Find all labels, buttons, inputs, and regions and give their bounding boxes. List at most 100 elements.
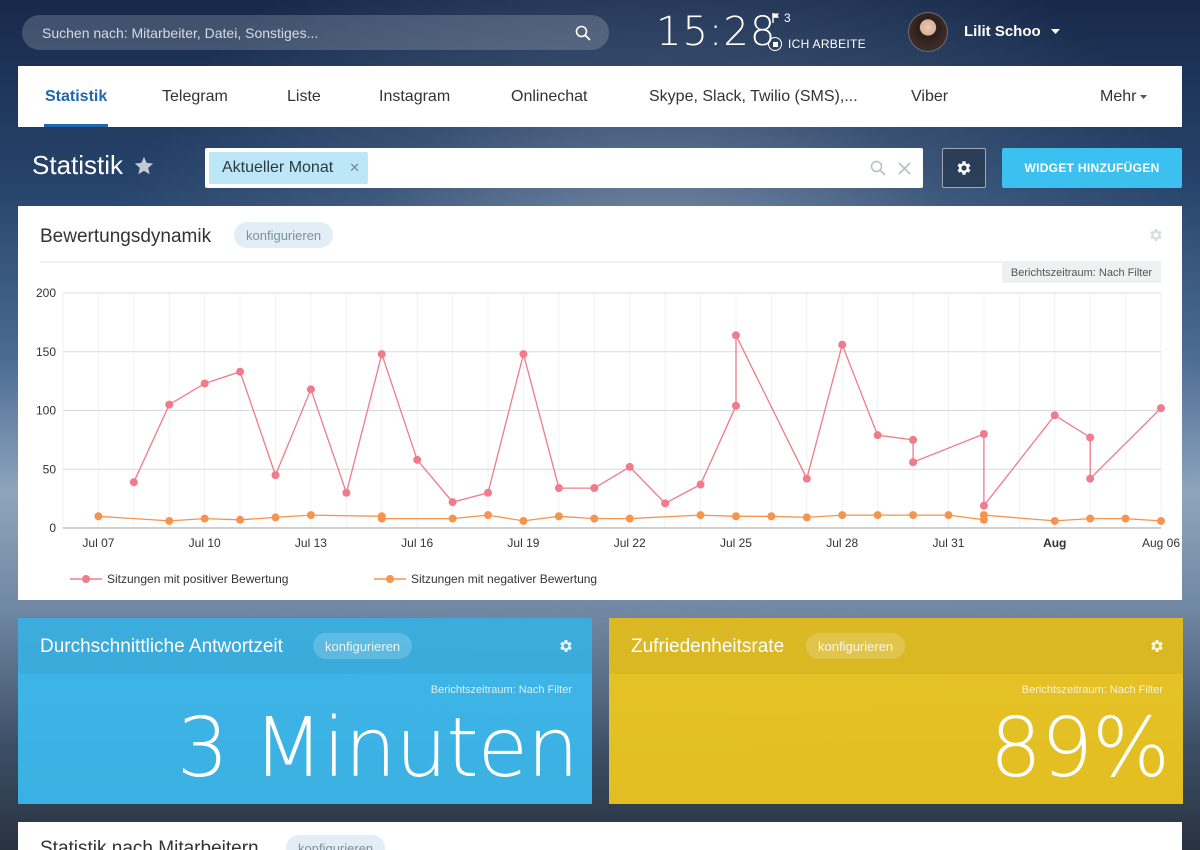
star-icon[interactable]: [133, 155, 155, 177]
gear-icon[interactable]: [558, 638, 574, 654]
widget-title: Bewertungsdynamik: [40, 226, 212, 247]
flag-icon: [772, 13, 779, 23]
tab-label: Mehr: [1100, 87, 1137, 105]
add-widget-button[interactable]: WIDGET HINZUFÜGEN: [1002, 148, 1182, 188]
data-point: [909, 435, 918, 444]
avatar[interactable]: [908, 12, 948, 52]
data-point: [519, 516, 528, 525]
data-point: [625, 514, 634, 523]
configure-button[interactable]: konfigurieren: [313, 633, 413, 659]
tab-onlinechat[interactable]: Onlinechat: [511, 66, 588, 127]
report-period-label: Berichtszeitraum: Nach Filter: [430, 684, 572, 696]
x-tick-label: Jul 22: [614, 536, 646, 550]
data-point: [377, 350, 386, 359]
tab-label: Instagram: [379, 87, 451, 105]
x-tick-label: Jul 13: [295, 536, 327, 550]
employee-statistics-widget: Statistik nach Mitarbeitern konfiguriere…: [18, 822, 1182, 850]
data-point: [1050, 516, 1059, 525]
tab-more[interactable]: Mehr: [1100, 66, 1148, 127]
data-point: [165, 516, 174, 525]
tab-liste[interactable]: Liste: [287, 66, 321, 127]
data-point: [979, 501, 988, 510]
data-point: [519, 350, 528, 359]
y-tick-label: 0: [49, 521, 56, 535]
data-point: [1086, 433, 1095, 442]
data-point: [554, 484, 563, 493]
data-point: [944, 511, 953, 520]
chip-remove-icon[interactable]: ✕: [349, 160, 360, 176]
configure-button[interactable]: konfigurieren: [806, 633, 906, 659]
legend-label: Sitzungen mit negativer Bewertung: [411, 572, 597, 586]
data-point: [979, 430, 988, 438]
data-point: [590, 484, 599, 493]
data-point: [909, 458, 918, 467]
tab-label: Statistik: [45, 87, 108, 105]
data-point: [838, 511, 847, 520]
user-name: Lilit Schoo: [964, 23, 1041, 40]
gear-icon[interactable]: [1149, 638, 1165, 654]
configure-button[interactable]: konfigurieren: [234, 222, 334, 248]
user-menu[interactable]: Lilit Schoo: [964, 23, 1060, 40]
tab-label: Skype, Slack, Twilio (SMS),...: [649, 87, 858, 105]
work-status-toggle[interactable]: ICH ARBEITE: [768, 37, 866, 51]
filter-chip[interactable]: Aktueller Monat ✕: [209, 152, 369, 184]
gear-icon[interactable]: [1148, 227, 1164, 243]
data-point: [377, 514, 386, 523]
data-point: [306, 511, 315, 520]
tab-instagram[interactable]: Instagram: [379, 66, 450, 127]
global-search[interactable]: [22, 15, 609, 50]
y-tick-label: 50: [43, 462, 57, 476]
widget-title: Statistik nach Mitarbeitern: [40, 838, 259, 850]
x-tick-label: Aug: [1043, 536, 1066, 550]
search-icon[interactable]: [870, 160, 886, 176]
y-tick-label: 100: [36, 404, 56, 418]
x-tick-label: Aug 06: [1142, 536, 1180, 550]
data-point: [731, 331, 740, 340]
flag-count-value: 3: [784, 11, 791, 25]
data-point: [200, 379, 209, 388]
data-point: [413, 455, 422, 464]
search-icon[interactable]: [575, 25, 591, 41]
widget-title: Durchschnittliche Antwortzeit: [40, 636, 283, 657]
data-point: [731, 401, 740, 410]
filter-bar[interactable]: Aktueller Monat ✕: [205, 148, 923, 188]
data-point: [590, 514, 599, 523]
data-point: [873, 511, 882, 520]
data-point: [1157, 516, 1165, 525]
data-point: [979, 511, 988, 520]
tab-telegram[interactable]: Telegram: [162, 66, 228, 127]
data-point: [129, 478, 138, 487]
tab-label: Liste: [287, 87, 321, 105]
tab-skype-slack-twilio[interactable]: Skype, Slack, Twilio (SMS),...: [649, 66, 858, 127]
data-point: [696, 511, 705, 520]
widget-title: Zufriedenheitsrate: [631, 636, 785, 657]
configure-button[interactable]: konfigurieren: [286, 835, 386, 850]
chevron-down-icon: [1050, 28, 1060, 34]
tab-viber[interactable]: Viber: [911, 66, 948, 127]
chevron-down-icon: [1140, 94, 1148, 99]
tab-label: Viber: [911, 87, 949, 105]
data-point: [484, 511, 493, 520]
settings-button[interactable]: [942, 148, 986, 188]
report-period-label: Berichtszeitraum: Nach Filter: [1021, 684, 1163, 696]
tab-statistik[interactable]: Statistik: [43, 66, 109, 127]
x-tick-label: Jul 31: [932, 536, 964, 550]
legend-swatch-dot: [82, 575, 90, 583]
data-point: [165, 400, 174, 409]
y-tick-label: 200: [36, 286, 56, 300]
close-icon[interactable]: [898, 161, 911, 175]
data-point: [767, 512, 776, 521]
data-point: [625, 462, 634, 471]
data-point: [554, 512, 563, 521]
data-point: [873, 431, 882, 440]
data-point: [1086, 514, 1095, 523]
avg-response-time-value: 3 Minuten: [176, 701, 579, 796]
search-input[interactable]: [42, 24, 575, 41]
data-point: [802, 474, 811, 483]
flag-counter[interactable]: 3: [772, 11, 791, 25]
rating-dynamics-widget: 0 50 100 150 200 Jul 07 Jul 10 Jul 13 Jul 16 Jul …: [18, 206, 1182, 600]
data-point: [696, 480, 705, 489]
data-point: [661, 499, 670, 508]
series-line-1: [133, 335, 1162, 508]
stop-icon: [768, 37, 782, 51]
